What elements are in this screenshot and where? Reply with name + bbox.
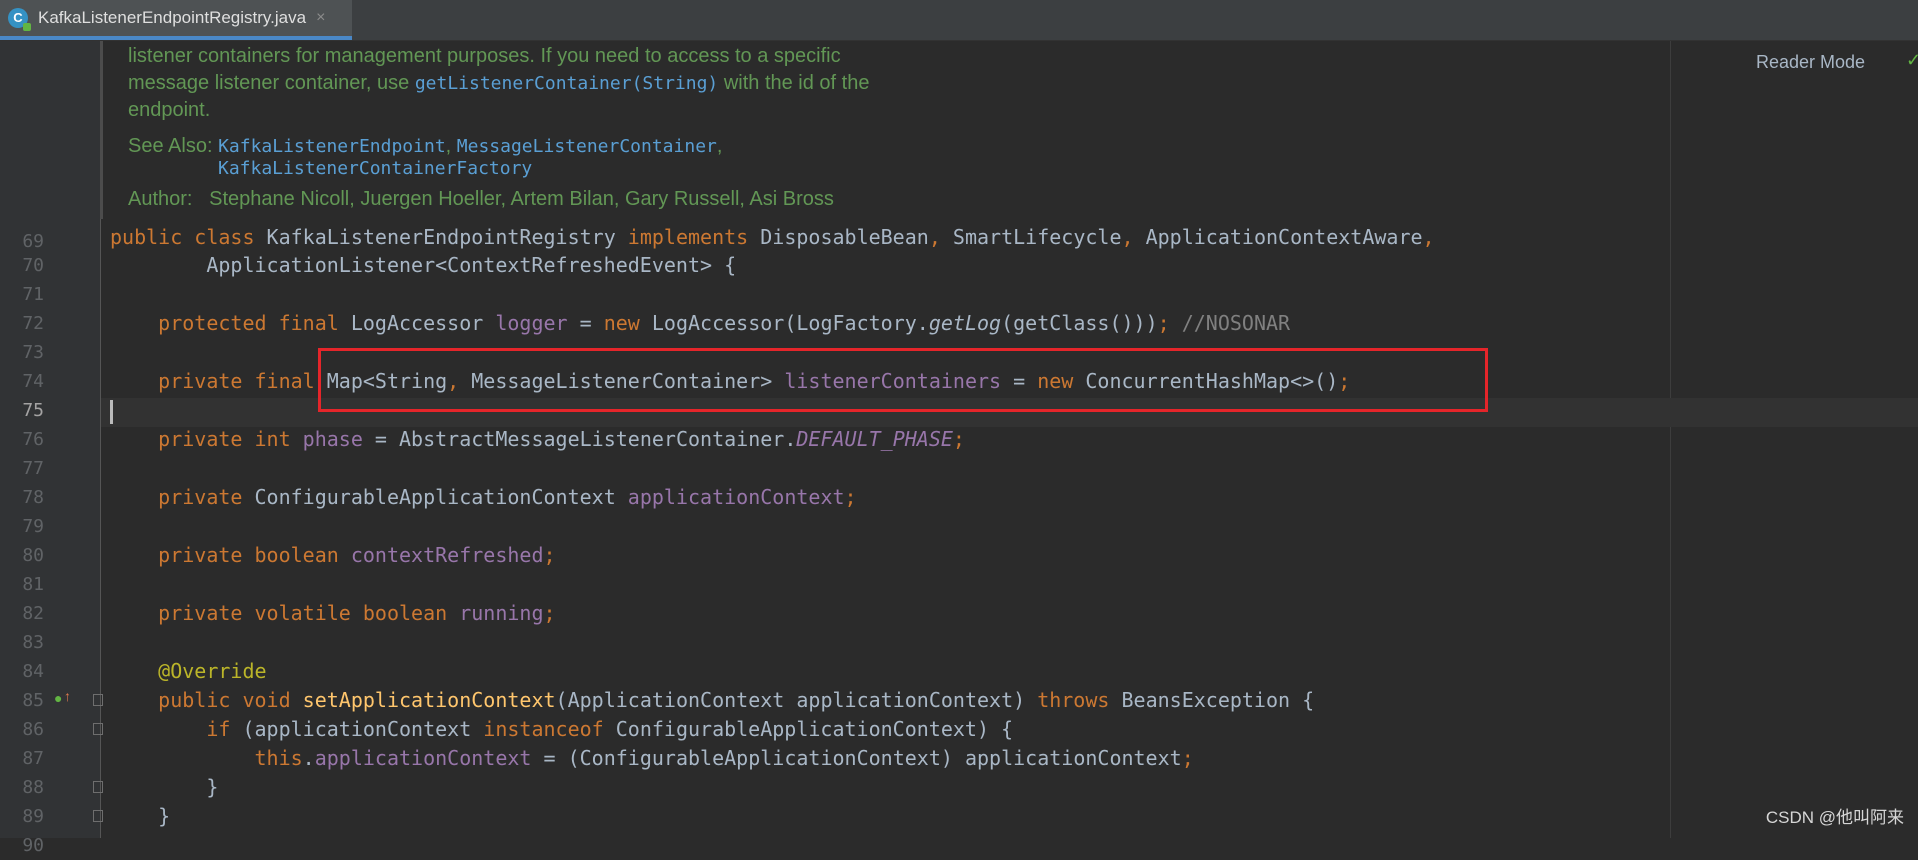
line-number: 78 <box>22 487 44 508</box>
javadoc-line: message listener container, use getListe… <box>128 72 870 94</box>
text-caret <box>110 400 113 424</box>
highlight-box <box>318 348 1488 412</box>
line-number: 86 <box>22 719 44 740</box>
inspection-check-icon[interactable]: ✓ <box>1906 50 1918 71</box>
see-also-link[interactable]: MessageListenerContainer <box>457 136 717 157</box>
code-line-82[interactable]: private volatile boolean running; <box>110 599 555 628</box>
author-value: Stephane Nicoll, Juergen Hoeller, Artem … <box>209 188 834 210</box>
code-line-70[interactable]: ApplicationListener<ContextRefreshedEven… <box>110 251 736 280</box>
implements-method-icon[interactable]: ● <box>54 691 62 705</box>
code-line-88[interactable]: } <box>110 773 218 802</box>
code-line-89[interactable]: } <box>110 802 170 831</box>
see-also-row: KafkaListenerContainerFactory <box>218 155 532 182</box>
javadoc-line: listener containers for management purpo… <box>128 45 841 67</box>
fold-marker-icon[interactable] <box>93 810 103 822</box>
line-number: 88 <box>22 777 44 798</box>
code-line-84[interactable]: @Override <box>110 657 266 686</box>
editor-tab-bar: C KafkaListenerEndpointRegistry.java × <box>0 0 1918 41</box>
javadoc-link[interactable]: getListenerContainer(String) <box>415 73 718 94</box>
code-line-76[interactable]: private int phase = AbstractMessageListe… <box>110 425 965 454</box>
right-margin-guide <box>1670 41 1671 838</box>
code-line-85[interactable]: public void setApplicationContext(Applic… <box>110 686 1314 715</box>
line-number: 73 <box>22 342 44 363</box>
see-also-link[interactable]: KafkaListenerContainerFactory <box>218 158 532 179</box>
watermark: CSDN @他叫阿来 <box>1765 808 1904 827</box>
line-number: 79 <box>22 516 44 537</box>
line-number: 71 <box>22 284 44 305</box>
javadoc-line: endpoint. <box>128 99 211 121</box>
see-also-label: See Also: <box>128 135 213 157</box>
close-tab-icon[interactable]: × <box>316 9 325 27</box>
line-number: 77 <box>22 458 44 479</box>
code-line-69[interactable]: public class KafkaListenerEndpointRegist… <box>110 223 1435 252</box>
override-arrow-icon[interactable]: ↑ <box>64 689 71 703</box>
author-label: Author: <box>128 188 193 210</box>
line-number: 87 <box>22 748 44 769</box>
line-number: 76 <box>22 429 44 450</box>
code-line-72[interactable]: protected final LogAccessor logger = new… <box>110 309 1290 338</box>
fold-marker-icon[interactable] <box>93 781 103 793</box>
see-also-link[interactable]: KafkaListenerEndpoint <box>218 136 446 157</box>
author-row: Author: Stephane Nicoll, Juergen Hoeller… <box>128 188 834 211</box>
line-number: 82 <box>22 603 44 624</box>
line-number: 85 <box>22 690 44 711</box>
line-number-current: 75 <box>22 400 44 421</box>
line-number: 83 <box>22 632 44 653</box>
line-number: 72 <box>22 313 44 334</box>
line-number: 90 <box>22 835 44 856</box>
reader-mode-button[interactable]: Reader Mode <box>1756 52 1865 73</box>
code-line-86[interactable]: if (applicationContext instanceof Config… <box>110 715 1013 744</box>
fold-marker-icon[interactable] <box>93 723 103 735</box>
code-line-78[interactable]: private ConfigurableApplicationContext a… <box>110 483 856 512</box>
editor-tab[interactable]: C KafkaListenerEndpointRegistry.java × <box>0 0 352 40</box>
line-number: 89 <box>22 806 44 827</box>
code-line-80[interactable]: private boolean contextRefreshed; <box>110 541 555 570</box>
fold-marker-icon[interactable] <box>93 694 103 706</box>
line-number: 70 <box>22 255 44 276</box>
line-number: 80 <box>22 545 44 566</box>
tab-title: KafkaListenerEndpointRegistry.java <box>38 8 307 27</box>
line-number: 84 <box>22 661 44 682</box>
code-line-87[interactable]: this.applicationContext = (ConfigurableA… <box>110 744 1194 773</box>
line-number: 81 <box>22 574 44 595</box>
line-number: 74 <box>22 371 44 392</box>
java-class-icon: C <box>8 8 31 31</box>
